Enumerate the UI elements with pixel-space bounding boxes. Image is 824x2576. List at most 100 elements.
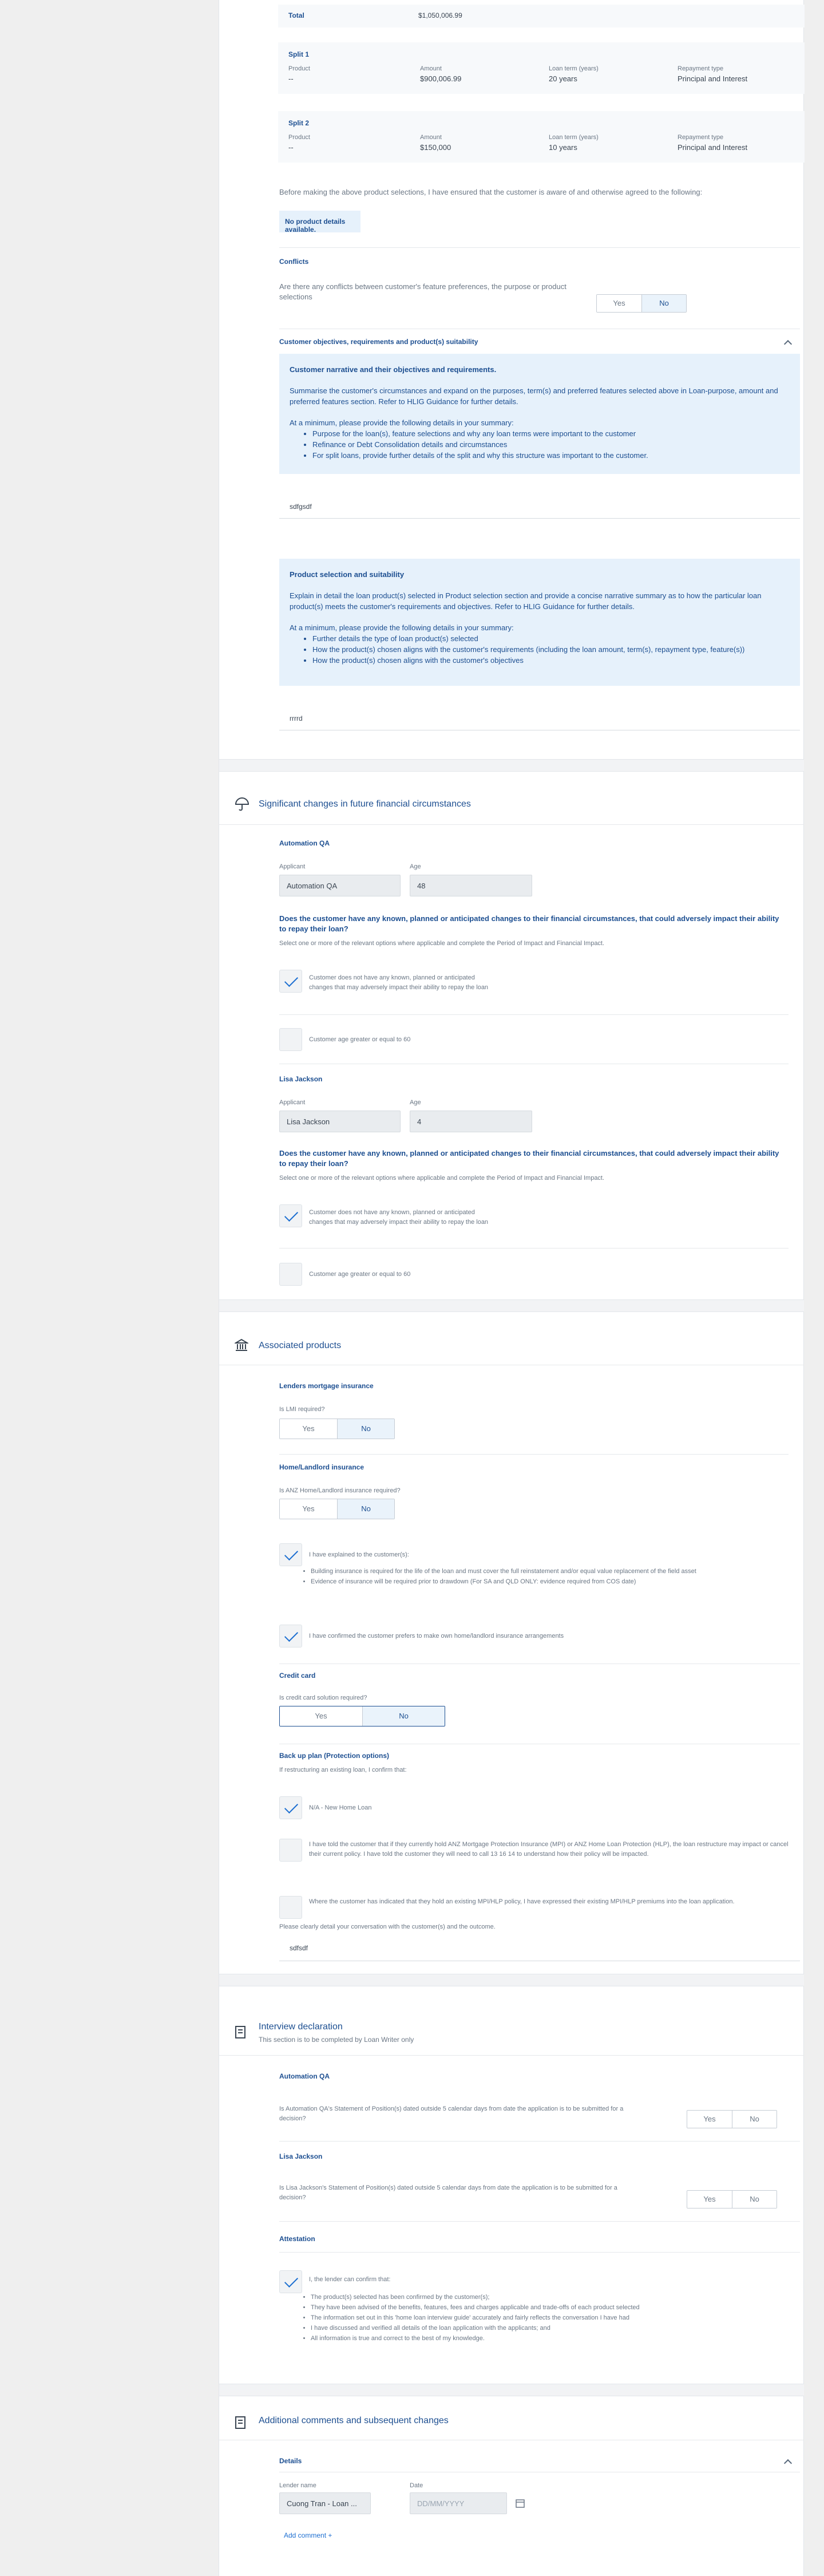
add-comment-link[interactable]: Add comment + (284, 2531, 332, 2539)
attestation-title: Attestation (279, 2235, 315, 2243)
applicant-2-no-changes-label: Customer does not have any known, planne… (309, 1209, 489, 1226)
home-insurance-no-button[interactable]: No (337, 1499, 394, 1519)
attestation-checkbox[interactable] (279, 2270, 302, 2293)
calendar-icon[interactable] (515, 2498, 525, 2508)
backup-title: Back up plan (Protection options) (279, 1752, 390, 1760)
section-separator (219, 1299, 804, 1312)
lmi-question: Is LMI required? (279, 1406, 325, 1413)
split-1-term-label: Loan term (years) (549, 65, 599, 72)
applicant-1-age-60-checkbox[interactable] (279, 1028, 302, 1051)
no-product-details: No product details available. (279, 211, 360, 234)
attestation-bullet: All information is true and correct to t… (311, 2333, 814, 2344)
backup-existing-policy-checkbox[interactable] (279, 1896, 302, 1919)
backup-new-loan-label: N/A - New Home Loan (309, 1804, 372, 1811)
applicant-2-question: Does the customer have any known, planne… (279, 1149, 779, 1168)
attestation-bullet: The product(s) selected has been confirm… (311, 2292, 814, 2302)
attestation-lead: I, the lender can confirm that: (309, 2276, 391, 2283)
applicant-2-age-label: Age (410, 1099, 421, 1106)
objectives-answer: sdfgsdf (290, 503, 312, 511)
split-2-amount-label: Amount (420, 134, 442, 141)
applicant-2-no-changes-checkbox[interactable] (279, 1204, 302, 1227)
product-selection-bullet: Further details the type of loan product… (312, 633, 790, 644)
applicant-1-question: Does the customer have any known, planne… (279, 914, 779, 933)
applicant-1-age-label: Age (410, 863, 421, 870)
objectives-bullet: For split loans, provide further details… (312, 450, 790, 461)
credit-card-yes-button[interactable]: Yes (280, 1706, 362, 1726)
applicant-2-age-field: 4 (410, 1111, 532, 1132)
interview-applicant-1-no-button[interactable]: No (732, 2111, 777, 2128)
attestation-bullet: They have been advised of the benefits, … (311, 2302, 814, 2313)
applicant-1-age-60-label: Customer age greater or equal to 60 (309, 1036, 411, 1043)
total-value: $1,050,006.99 (418, 11, 462, 19)
product-selection-bullet: How the product(s) chosen aligns with th… (312, 655, 790, 666)
divider (279, 247, 800, 248)
backup-told-customer-checkbox[interactable] (279, 1839, 302, 1862)
applicant-1-applicant-field: Automation QA (279, 875, 401, 896)
conversation-input[interactable]: sdfsdf (279, 1934, 800, 1961)
details-title: Details (279, 2457, 302, 2465)
attestation-bullet: The information set out in this 'home lo… (311, 2313, 814, 2323)
objectives-notice-title: Customer narrative and their objectives … (290, 365, 497, 374)
split-1-product: -- (288, 74, 294, 83)
split-1-amount-label: Amount (420, 65, 442, 72)
objectives-notice-intro: At a minimum, please provide the followi… (290, 418, 514, 427)
split-1-product-label: Product (288, 65, 310, 72)
objectives-answer-input[interactable]: sdfgsdf (279, 491, 800, 519)
lender-name-field: Cuong Tran - Loan ... (279, 2492, 371, 2514)
applicant-1-no-changes-checkbox[interactable] (279, 970, 302, 993)
interview-applicant-1-yes-button[interactable]: Yes (687, 2111, 732, 2128)
split-1-repay-label: Repayment type (678, 65, 724, 72)
conflicts-title: Conflicts (279, 258, 309, 266)
applicant-1-hint: Select one or more of the relevant optio… (279, 940, 605, 947)
interview-applicant-1-name: Automation QA (279, 2072, 330, 2080)
split-2-amount: $150,000 (420, 143, 451, 152)
backup-existing-policy-label: Where the customer has indicated that th… (309, 1898, 735, 1905)
split-1-amount: $900,006.99 (420, 74, 462, 83)
split-1-title: Split 1 (288, 50, 310, 58)
credit-card-toggle: Yes No (279, 1706, 445, 1726)
split-2-term-label: Loan term (years) (549, 134, 599, 141)
conversation-value: sdfsdf (290, 1944, 308, 1952)
product-selection-notice-body: Explain in detail the loan product(s) se… (290, 591, 762, 611)
divider (219, 2055, 804, 2056)
date-input[interactable]: DD/MM/YYYY (410, 2492, 507, 2514)
explained-checkbox[interactable] (279, 1543, 302, 1566)
product-selection-notice: Product selection and suitability Explai… (279, 559, 800, 686)
lmi-yes-button[interactable]: Yes (280, 1419, 337, 1439)
explained-label: I have explained to the customer(s): (309, 1551, 409, 1558)
product-selection-notice-intro: At a minimum, please provide the followi… (290, 623, 514, 632)
conversation-label: Please clearly detail your conversation … (279, 1923, 496, 1930)
confirmed-checkbox[interactable] (279, 1625, 302, 1647)
explained-bullet: Evidence of insurance will be required p… (311, 1577, 814, 1587)
interview-applicant-2-yes-button[interactable]: Yes (687, 2191, 732, 2208)
split-1-repay: Principal and Interest (678, 74, 748, 83)
loan-total-row: Total $1,050,006.99 (278, 5, 805, 27)
split-2-title: Split 2 (288, 119, 310, 127)
split-2-repay: Principal and Interest (678, 143, 748, 152)
home-insurance-yes-button[interactable]: Yes (280, 1499, 337, 1519)
applicant-2-applicant-field: Lisa Jackson (279, 1111, 401, 1132)
attestation-bullet: I have discussed and verified all detail… (311, 2323, 814, 2333)
lender-name-label: Lender name (279, 2482, 316, 2489)
home-insurance-toggle: Yes No (279, 1499, 395, 1519)
conflicts-yes-button[interactable]: Yes (597, 295, 641, 312)
section-separator (219, 1974, 804, 1986)
product-selection-answer-input[interactable]: rrrrd (279, 703, 800, 730)
split-2-product-label: Product (288, 134, 310, 141)
divider (279, 1014, 789, 1015)
interview-subtitle: This section is to be completed by Loan … (259, 2036, 414, 2044)
backup-new-loan-checkbox[interactable] (279, 1796, 302, 1819)
backup-question: If restructuring an existing loan, I con… (279, 1767, 407, 1773)
applicant-2-age-60-checkbox[interactable] (279, 1263, 302, 1286)
interview-applicant-2-name: Lisa Jackson (279, 2152, 323, 2160)
conflicts-no-button[interactable]: No (641, 295, 686, 312)
interview-applicant-2-no-button[interactable]: No (732, 2191, 777, 2208)
objectives-bullet: Purpose for the loan(s), feature selecti… (312, 428, 790, 439)
divider (279, 2141, 800, 2142)
lmi-no-button[interactable]: No (337, 1419, 394, 1439)
interview-applicant-1-question: Is Automation QA's Statement of Position… (279, 2105, 624, 2122)
conflicts-question: Are there any conflicts between customer… (279, 282, 566, 301)
product-selection-notice-title: Product selection and suitability (290, 570, 405, 579)
objectives-notice: Customer narrative and their objectives … (279, 354, 800, 474)
credit-card-no-button[interactable]: No (362, 1706, 445, 1726)
